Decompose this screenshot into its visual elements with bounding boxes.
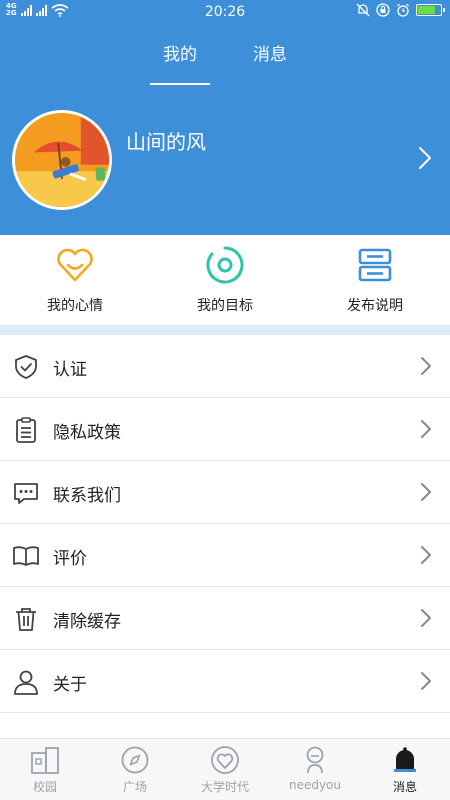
menu-item-about[interactable]: 关于 — [0, 650, 450, 713]
menu-item-contact-us[interactable]: 联系我们 — [0, 461, 450, 524]
nav-label: needyou — [288, 778, 342, 792]
section-divider — [0, 325, 450, 335]
status-bar: 4G 2G 20:26 — [0, 0, 450, 24]
chat-icon — [14, 483, 38, 504]
nav-college-era[interactable]: 大学时代 — [180, 739, 270, 800]
server-icon — [358, 248, 392, 282]
heart-circle-icon — [211, 746, 239, 774]
release-notes-label: 发布说明 — [347, 298, 403, 314]
chevron-right-icon — [421, 483, 431, 501]
menu-item-label: 联系我们 — [53, 486, 121, 506]
menu-item-label: 隐私政策 — [53, 423, 121, 443]
clipboard-icon — [16, 417, 36, 443]
status-icons — [356, 3, 445, 17]
menu-item-label: 关于 — [53, 675, 87, 695]
quick-actions: 我的心情 我的目标 发布说明 — [0, 235, 450, 325]
chevron-right-icon — [421, 420, 431, 438]
mute-bell-icon — [356, 3, 370, 17]
profile-header: 4G 2G 20:26 我的 消息 山间的风 — [0, 0, 450, 235]
lock-rotation-icon — [376, 3, 390, 17]
nav-label: 消息 — [392, 780, 417, 794]
tab-mine[interactable]: 我的 — [150, 40, 210, 85]
tab-mine-label: 我的 — [163, 45, 197, 65]
username: 山间的风 — [126, 130, 206, 154]
nav-messages[interactable]: 消息 — [360, 739, 450, 800]
target-icon — [206, 246, 244, 284]
battery-icon — [416, 4, 445, 16]
user-icon — [14, 670, 38, 695]
battery-fill — [418, 6, 435, 14]
release-notes-button[interactable]: 发布说明 — [300, 245, 450, 325]
my-goal-label: 我的目标 — [197, 298, 253, 314]
bell-icon — [394, 747, 416, 772]
profile-card[interactable]: 山间的风 — [0, 108, 450, 212]
active-tab-indicator — [150, 83, 210, 85]
chevron-right-icon — [421, 672, 431, 690]
chevron-right-icon — [421, 357, 431, 375]
nav-needyou[interactable]: needyou — [270, 739, 360, 800]
menu-item-label: 评价 — [53, 549, 87, 569]
chevron-right-icon — [421, 546, 431, 564]
person-icon — [306, 746, 324, 774]
menu-item-clear-cache[interactable]: 清除缓存 — [0, 587, 450, 650]
nav-label: 广场 — [122, 780, 147, 794]
avatar-image — [15, 113, 109, 207]
menu-item-label: 认证 — [53, 360, 87, 380]
my-mood-label: 我的心情 — [47, 298, 103, 314]
trash-icon — [16, 608, 36, 631]
heart-smile-icon — [57, 248, 93, 282]
tab-messages[interactable]: 消息 — [240, 40, 300, 84]
menu-item-verification[interactable]: 认证 — [0, 335, 450, 398]
nav-label: 大学时代 — [200, 780, 249, 794]
bottom-navigation: 校园 广场 大学时代 needyou 消息 — [0, 738, 450, 800]
book-icon — [13, 546, 39, 566]
alarm-icon — [397, 3, 409, 17]
menu-item-review[interactable]: 评价 — [0, 524, 450, 587]
compass-icon — [121, 746, 149, 774]
menu-item-privacy-policy[interactable]: 隐私政策 — [0, 398, 450, 461]
campus-icon — [31, 747, 59, 774]
tab-messages-label: 消息 — [253, 45, 287, 65]
chevron-right-icon[interactable] — [418, 146, 432, 170]
avatar[interactable] — [12, 110, 112, 210]
menu-item-label: 清除缓存 — [53, 612, 121, 632]
nav-plaza[interactable]: 广场 — [90, 739, 180, 800]
nav-campus[interactable]: 校园 — [0, 739, 90, 800]
settings-menu: 认证 隐私政策 联系我们 评价 清除缓存 关于 — [0, 335, 450, 776]
shield-check-icon — [15, 355, 37, 379]
top-tabs: 我的 消息 — [0, 40, 450, 88]
nav-label: 校园 — [32, 780, 57, 794]
my-mood-button[interactable]: 我的心情 — [0, 245, 150, 325]
chevron-right-icon — [421, 609, 431, 627]
my-goal-button[interactable]: 我的目标 — [150, 245, 300, 325]
